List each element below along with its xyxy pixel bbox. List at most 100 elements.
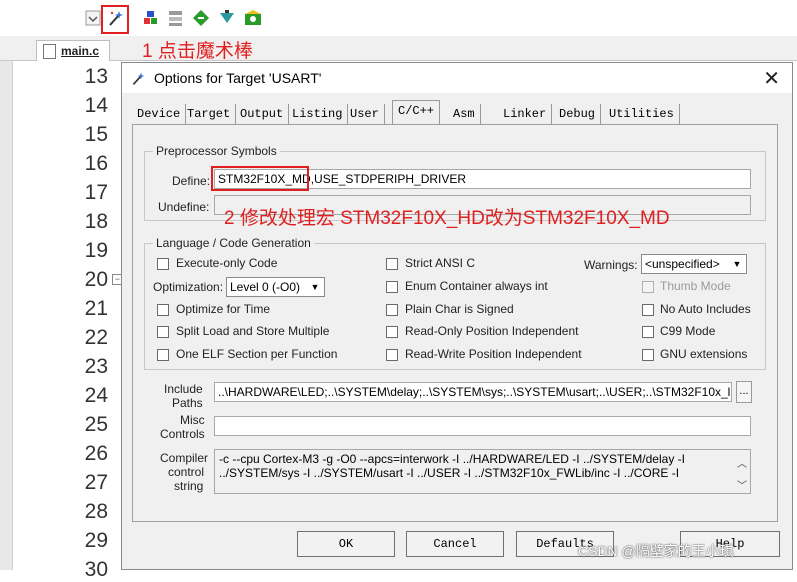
line-number: 30 xyxy=(84,558,108,581)
download-icon[interactable] xyxy=(191,8,211,28)
one-elf-label: One ELF Section per Function xyxy=(176,347,338,361)
manage-icon[interactable] xyxy=(243,8,263,28)
define-label: Define: xyxy=(172,174,211,188)
undefine-label: Undefine: xyxy=(158,200,210,214)
build-icon[interactable] xyxy=(141,8,161,28)
include-paths-label: Paths xyxy=(172,396,203,410)
include-browse-button[interactable]: ... xyxy=(736,381,752,403)
close-icon[interactable]: ✕ xyxy=(763,66,780,91)
execute-only-label: Execute-only Code xyxy=(176,256,278,270)
compiler-line-2: ../SYSTEM/sys -I ../SYSTEM/usart -I ../U… xyxy=(219,466,680,480)
editor-tab-strip xyxy=(0,36,797,61)
tab-target[interactable]: Target xyxy=(182,104,237,124)
optimize-time-label: Optimize for Time xyxy=(176,302,271,316)
define-highlight xyxy=(211,166,309,191)
split-load-checkbox[interactable] xyxy=(157,326,169,338)
chevron-down-icon: ▼ xyxy=(310,282,320,292)
compiler-line-1: -c --cpu Cortex-M3 -g -O0 --apcs=interwo… xyxy=(219,452,685,466)
line-number: 27 xyxy=(84,471,108,494)
tab-linker[interactable]: Linker xyxy=(498,104,553,124)
debug-icon[interactable] xyxy=(217,8,237,28)
execute-only-checkbox[interactable] xyxy=(157,258,169,270)
magic-wand-highlight xyxy=(101,5,129,34)
line-number: 29 xyxy=(84,529,108,552)
no-auto-includes-label: No Auto Includes xyxy=(660,302,751,316)
gnu-extensions-label: GNU extensions xyxy=(660,347,748,361)
tab-cc[interactable]: C/C++ xyxy=(392,100,441,125)
plain-char-checkbox[interactable] xyxy=(386,304,398,316)
enum-container-label: Enum Container always int xyxy=(405,279,548,293)
line-number: 20 xyxy=(84,268,108,291)
strict-ansi-checkbox[interactable] xyxy=(386,258,398,270)
gnu-extensions-checkbox[interactable] xyxy=(642,349,654,361)
warnings-select[interactable]: <unspecified> ▼ xyxy=(641,254,747,274)
tab-utilities[interactable]: Utilities xyxy=(604,104,680,124)
tab-asm[interactable]: Asm xyxy=(448,104,481,124)
tab-device[interactable]: Device xyxy=(132,104,187,124)
warnings-label: Warnings: xyxy=(584,258,638,272)
rw-pi-label: Read-Write Position Independent xyxy=(405,347,582,361)
dialog-title: Options for Target 'USART' xyxy=(154,70,322,86)
optimization-value: Level 0 (-O0) xyxy=(230,280,301,294)
no-auto-includes-checkbox[interactable] xyxy=(642,304,654,316)
thumb-mode-checkbox[interactable] xyxy=(642,281,654,293)
c99-mode-label: C99 Mode xyxy=(660,324,716,338)
tab-debug[interactable]: Debug xyxy=(554,104,602,124)
misc-controls-input[interactable] xyxy=(214,416,751,436)
include-paths-input[interactable]: ..\HARDWARE\LED;..\SYSTEM\delay;..\SYSTE… xyxy=(214,382,732,402)
line-number: 23 xyxy=(84,355,108,378)
line-number: 16 xyxy=(84,152,108,175)
one-elf-checkbox[interactable] xyxy=(157,349,169,361)
line-number: 13 xyxy=(84,65,108,88)
tab-output[interactable]: Output xyxy=(235,104,290,124)
compiler-label: Compiler xyxy=(160,451,209,465)
misc-controls-label: Controls xyxy=(160,427,205,441)
file-tab-main-c[interactable]: main.c xyxy=(36,40,110,61)
optimization-label: Optimization: xyxy=(153,280,224,294)
c99-mode-checkbox[interactable] xyxy=(642,326,654,338)
rw-pi-checkbox[interactable] xyxy=(386,349,398,361)
line-number: 25 xyxy=(84,413,108,436)
batch-icon[interactable] xyxy=(166,8,186,28)
enum-container-checkbox[interactable] xyxy=(386,281,398,293)
optimization-select[interactable]: Level 0 (-O0) ▼ xyxy=(226,277,325,297)
line-number: 18 xyxy=(84,210,108,233)
line-number: 21 xyxy=(84,297,108,320)
scroll-down-icon[interactable]: ﹀ xyxy=(735,477,749,492)
cancel-button[interactable]: Cancel xyxy=(406,531,504,557)
thumb-mode-label: Thumb Mode xyxy=(660,279,731,293)
compiler-string-label: string xyxy=(174,479,204,493)
optimize-time-checkbox[interactable] xyxy=(157,304,169,316)
chevron-down-icon: ▼ xyxy=(732,259,742,269)
misc-label: Misc xyxy=(180,413,205,427)
include-label: Include xyxy=(164,382,203,396)
preprocessor-group-title: Preprocessor Symbols xyxy=(153,144,280,158)
line-number: 26 xyxy=(84,442,108,465)
main-toolbar xyxy=(0,0,797,34)
tab-user[interactable]: User xyxy=(345,104,385,124)
annotation-step1: 1 点击魔术棒 xyxy=(142,41,253,62)
editor-margin xyxy=(0,61,13,570)
line-number: 15 xyxy=(84,123,108,146)
split-load-label: Split Load and Store Multiple xyxy=(176,324,330,338)
warnings-value: <unspecified> xyxy=(645,257,720,271)
strict-ansi-label: Strict ANSI C xyxy=(405,256,476,270)
line-number: 19 xyxy=(84,239,108,262)
line-number: 22 xyxy=(84,326,108,349)
line-number: 24 xyxy=(84,384,108,407)
line-number: 17 xyxy=(84,181,108,204)
tab-listing[interactable]: Listing xyxy=(287,104,349,124)
line-number: 28 xyxy=(84,500,108,523)
scroll-up-icon[interactable]: ︿ xyxy=(735,455,749,470)
file-tab-label: main.c xyxy=(61,44,100,58)
annotation-step2: 2 修改处理宏 STM32F10X_HD改为STM32F10X_MD xyxy=(224,208,670,229)
watermark: CSDN @隔壁家的王小琪 xyxy=(578,543,734,559)
compiler-control-label: control xyxy=(168,465,205,479)
options-dialog: Options for Target 'USART' ✕ Device Targ… xyxy=(121,62,793,570)
magic-wand-icon xyxy=(132,72,145,86)
ro-pi-label: Read-Only Position Independent xyxy=(405,324,579,338)
ro-pi-checkbox[interactable] xyxy=(386,326,398,338)
dialog-titlebar: Options for Target 'USART' ✕ xyxy=(122,63,792,93)
ok-button[interactable]: OK xyxy=(297,531,395,557)
compiler-control-string[interactable]: -c --cpu Cortex-M3 -g -O0 --apcs=interwo… xyxy=(214,449,751,494)
